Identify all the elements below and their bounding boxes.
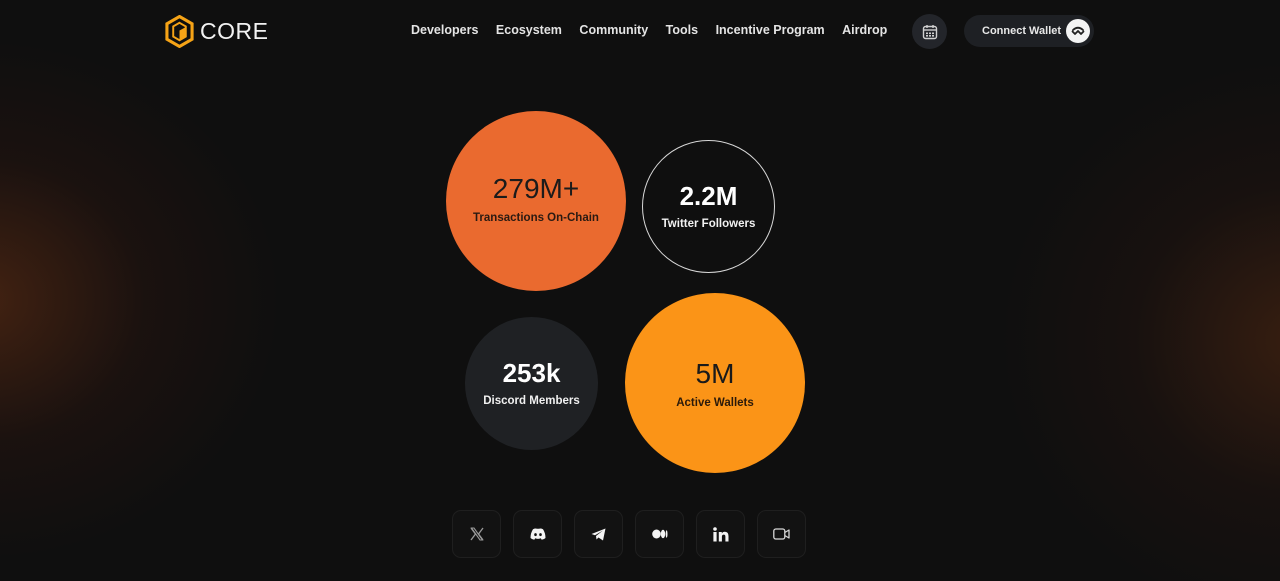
stat-value: 2.2M [679,181,738,211]
walletconnect-icon [1066,19,1090,43]
core-logo-link[interactable]: CORE [165,14,268,48]
brand-name: CORE [200,17,269,44]
stat-value: 5M [695,357,735,389]
discord-icon [530,528,545,540]
social-medium-button[interactable] [635,510,684,558]
social-discord-button[interactable] [513,510,562,558]
main-nav: Developers Ecosystem Community Tools Inc… [411,22,905,38]
calendar-icon [922,24,937,39]
nav-ecosystem[interactable]: Ecosystem [496,22,562,38]
telegram-icon [591,528,606,540]
stat-label: Transactions On-Chain [473,211,599,224]
core-logo-icon [165,14,194,48]
nav-incentive-program[interactable]: Incentive Program [716,22,825,38]
social-links [452,510,806,558]
stat-value: 279M+ [492,172,580,204]
medium-icon [651,529,667,539]
video-camera-icon [773,528,790,540]
stat-discord-members: 253k Discord Members [465,317,598,450]
stat-value: 253k [502,358,561,388]
stat-twitter-followers: 2.2M Twitter Followers [642,140,775,273]
stat-label: Twitter Followers [661,218,756,230]
x-icon [469,527,484,541]
site-header: CORE Developers Ecosystem Community Tool… [0,0,1280,62]
social-video-button[interactable] [757,510,806,558]
social-linkedin-button[interactable] [696,510,745,558]
social-telegram-button[interactable] [574,510,623,558]
connect-wallet-button[interactable]: Connect Wallet [964,15,1094,47]
nav-airdrop[interactable]: Airdrop [842,22,887,38]
stat-label: Discord Members [483,395,580,407]
connect-wallet-label: Connect Wallet [982,25,1062,37]
stat-label: Active Wallets [676,396,754,409]
nav-developers[interactable]: Developers [411,22,478,38]
nav-tools[interactable]: Tools [666,22,698,38]
stat-active-wallets: 5M Active Wallets [625,293,805,473]
calendar-button[interactable] [912,14,947,49]
stat-transactions: 279M+ Transactions On-Chain [446,111,626,291]
linkedin-icon [712,526,728,541]
social-x-button[interactable] [452,510,501,558]
nav-community[interactable]: Community [579,22,648,38]
